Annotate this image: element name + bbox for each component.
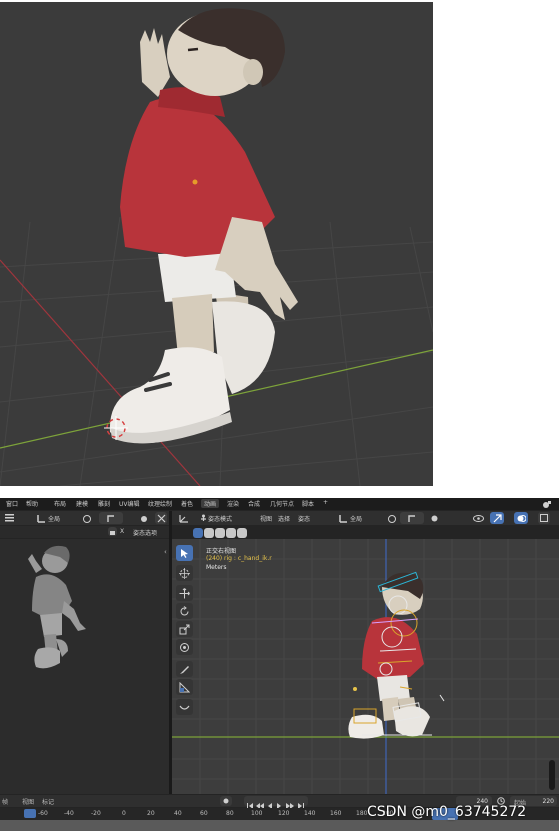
main-pivot-icon[interactable] bbox=[385, 513, 399, 523]
left-global-label[interactable]: 全局 bbox=[48, 514, 60, 523]
proportional-edit-icon[interactable] bbox=[132, 512, 156, 524]
sidebar-collapse-arrow-icon[interactable]: ‹ bbox=[164, 548, 167, 556]
viewport-render[interactable] bbox=[0, 2, 433, 486]
timeline-marker-menu[interactable]: 标记 bbox=[42, 797, 54, 806]
scene-icon[interactable] bbox=[540, 499, 554, 509]
rigged-character bbox=[348, 572, 430, 739]
overlay-toggle-icon[interactable] bbox=[514, 512, 528, 524]
pose-mode-icon[interactable] bbox=[198, 513, 208, 523]
rotate-icon[interactable] bbox=[176, 603, 193, 619]
tab-geometry-nodes[interactable]: 几何节点 bbox=[270, 499, 294, 508]
frame-range-marker[interactable] bbox=[24, 809, 36, 818]
main-orientation-icon[interactable] bbox=[338, 513, 348, 523]
select-invert-icon[interactable] bbox=[226, 528, 236, 538]
gizmo-toggle-icon[interactable] bbox=[490, 512, 504, 524]
viewport-scrollbar[interactable] bbox=[549, 760, 555, 790]
cursor-icon[interactable] bbox=[176, 565, 193, 581]
menu-pose[interactable]: 姿态 bbox=[298, 514, 310, 523]
tab-compositing[interactable]: 合成 bbox=[248, 499, 260, 508]
tick-label: 160 bbox=[330, 810, 342, 817]
select-box-icon[interactable] bbox=[176, 545, 193, 561]
visibility-icon[interactable] bbox=[469, 512, 487, 524]
move-icon[interactable] bbox=[176, 585, 193, 601]
select-subtract-icon[interactable] bbox=[215, 528, 225, 538]
solid-preview bbox=[28, 545, 86, 669]
tick-label: 100 bbox=[251, 810, 263, 817]
tab-animation[interactable]: 动画 bbox=[201, 499, 220, 508]
tick-label: -40 bbox=[64, 810, 74, 817]
origin-dot bbox=[192, 179, 198, 185]
transform-icon[interactable] bbox=[176, 639, 193, 655]
menu-help[interactable]: 帮助 bbox=[26, 499, 38, 508]
tab-rendering[interactable]: 渲染 bbox=[227, 499, 239, 508]
workspace-menubar: 窗口 帮助 布局 建模 雕刻 UV编辑 纹理绘制 着色 动画 渲染 合成 几何节… bbox=[0, 498, 559, 510]
transform-orientation-icon[interactable] bbox=[36, 513, 46, 523]
main-global-label[interactable]: 全局 bbox=[350, 514, 362, 523]
tick-label: -60 bbox=[38, 810, 48, 817]
scale-icon[interactable] bbox=[176, 621, 193, 637]
bone-origin-dot bbox=[353, 687, 357, 691]
tab-sculpting[interactable]: 雕刻 bbox=[98, 499, 110, 508]
tick-label: 60 bbox=[200, 810, 208, 817]
tab-scripting[interactable]: 脚本 bbox=[302, 499, 314, 508]
pose-options-dropdown[interactable]: 姿态选项 bbox=[133, 528, 157, 537]
blender-window: 窗口 帮助 布局 建模 雕刻 UV编辑 纹理绘制 着色 动画 渲染 合成 几何节… bbox=[0, 498, 559, 831]
relax-icon[interactable] bbox=[176, 699, 193, 715]
xray-toggle-icon[interactable] bbox=[538, 512, 550, 524]
select-new-icon[interactable] bbox=[193, 528, 203, 538]
main-proportional-icon[interactable] bbox=[428, 512, 440, 524]
timeline-track[interactable] bbox=[0, 820, 559, 831]
timeline-mode-partial[interactable]: 帧 bbox=[2, 797, 8, 806]
select-intersect-icon[interactable] bbox=[237, 528, 247, 538]
tick-label: 20 bbox=[147, 810, 155, 817]
tick-label: 80 bbox=[226, 810, 234, 817]
snap-toggle[interactable] bbox=[99, 512, 123, 524]
select-extend-icon[interactable] bbox=[204, 528, 214, 538]
editor-type-icon[interactable] bbox=[4, 513, 14, 523]
tab-modeling[interactable]: 建模 bbox=[76, 499, 88, 508]
mirror-icon[interactable] bbox=[155, 512, 167, 524]
left-viewport-header: 全局 bbox=[0, 511, 169, 525]
x-mirror-lock-icon[interactable] bbox=[108, 527, 117, 536]
tab-layout[interactable]: 布局 bbox=[54, 499, 66, 508]
menu-view[interactable]: 视图 bbox=[260, 514, 272, 523]
select-mode-strip bbox=[193, 528, 248, 538]
timeline-view-menu[interactable]: 视图 bbox=[22, 797, 34, 806]
main-viewport-header: 姿态模式 视图 选择 姿态 全局 bbox=[172, 511, 559, 525]
tick-label: 140 bbox=[304, 810, 316, 817]
menu-window[interactable]: 窗口 bbox=[6, 499, 18, 508]
left-viewport[interactable] bbox=[0, 539, 169, 794]
mode-dropdown[interactable]: 姿态模式 bbox=[208, 514, 232, 523]
annotate-icon[interactable] bbox=[176, 661, 193, 677]
tick-label: -20 bbox=[91, 810, 101, 817]
tab-uv-editing[interactable]: UV编辑 bbox=[119, 499, 140, 508]
playback-controls bbox=[244, 796, 308, 809]
main-snap-toggle[interactable] bbox=[400, 512, 424, 524]
tab-shading[interactable]: 着色 bbox=[181, 499, 193, 508]
measure-icon[interactable] bbox=[176, 679, 193, 695]
ik-hint-line bbox=[439, 694, 445, 702]
x-mirror-label[interactable]: X bbox=[120, 528, 124, 535]
main-editor-type-icon[interactable] bbox=[178, 513, 190, 523]
viewport-scene bbox=[0, 2, 433, 486]
main-viewport[interactable] bbox=[172, 539, 559, 794]
tick-label: 120 bbox=[278, 810, 290, 817]
pivot-icon[interactable] bbox=[80, 513, 94, 523]
tab-texture-paint[interactable]: 纹理绘制 bbox=[148, 499, 172, 508]
menu-select[interactable]: 选择 bbox=[278, 514, 290, 523]
view-name-label: 正交右视图 bbox=[206, 548, 237, 555]
add-workspace-button[interactable]: + bbox=[323, 499, 328, 506]
active-object-label: (240) rig : c_hand_ik.r bbox=[206, 555, 272, 562]
units-label: Meters bbox=[206, 564, 227, 571]
record-icon[interactable] bbox=[220, 796, 232, 806]
tick-label: 180 bbox=[356, 810, 368, 817]
viewport-rig-scene bbox=[172, 539, 559, 794]
tool-shelf bbox=[174, 543, 194, 718]
tick-label: 0 bbox=[122, 810, 126, 817]
left-subheader: X 姿态选项 bbox=[0, 526, 169, 538]
watermark: CSDN @m0_63745272 bbox=[367, 804, 527, 820]
tick-label: 40 bbox=[174, 810, 182, 817]
